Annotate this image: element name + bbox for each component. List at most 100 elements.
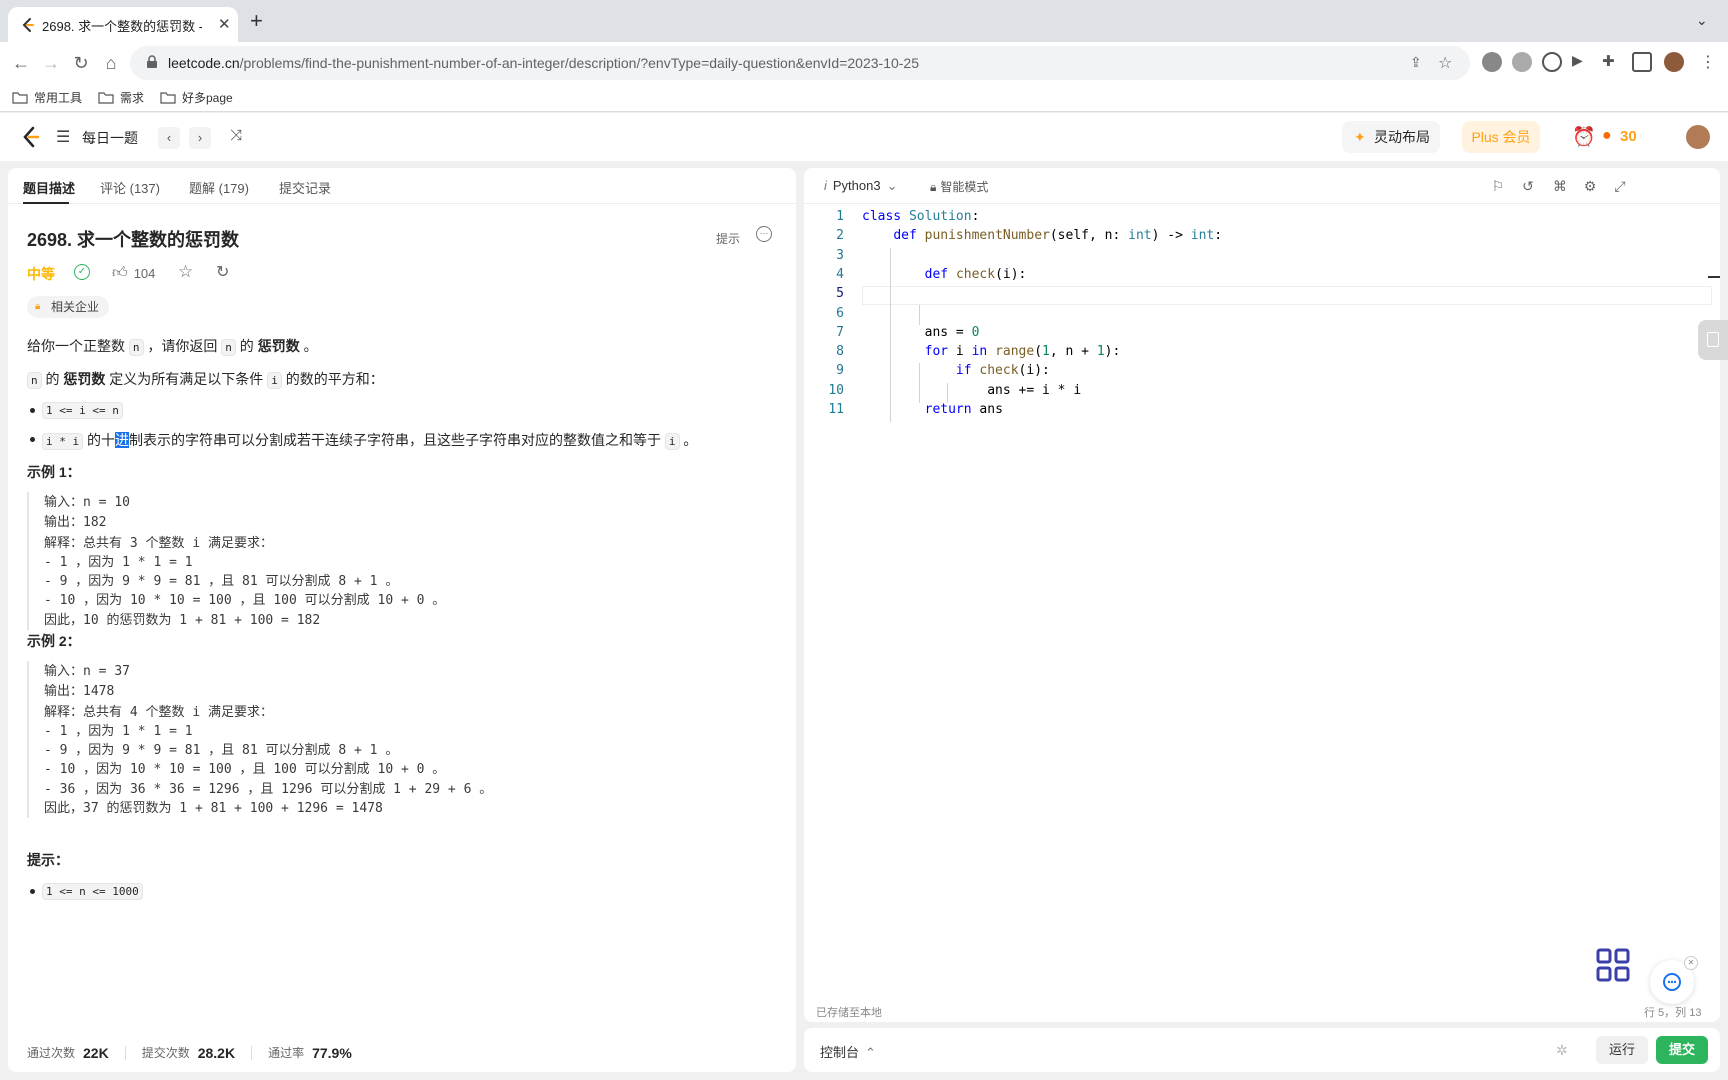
prev-problem-icon[interactable]: ‹ xyxy=(158,127,180,149)
chevron-up-icon: ⌃ xyxy=(865,1045,876,1060)
example-value: - 1 ，因为 1 * 1 = 1 xyxy=(44,723,193,739)
chevron-down-icon: ⌄ xyxy=(886,178,898,193)
example-line: 因此，10 的惩罚数为 1 + 81 + 100 = 182 xyxy=(44,611,445,630)
problem-title[interactable]: 2698. 求一个整数的惩罚数 xyxy=(27,226,239,252)
text: 。 xyxy=(299,338,318,354)
tab-comments[interactable]: 评论 (137) xyxy=(100,178,160,197)
bookmark-folder-needs[interactable]: 需求 xyxy=(98,89,144,106)
inline-code: i xyxy=(267,372,282,389)
extension-play-icon[interactable]: ▶ xyxy=(1572,52,1592,72)
user-avatar[interactable] xyxy=(1686,125,1710,149)
code-line[interactable]: 10 ans += i * i xyxy=(804,381,1720,400)
example-2-title: 示例 2： xyxy=(27,633,81,649)
code-line[interactable]: 6 xyxy=(804,304,1720,323)
close-icon[interactable]: ✕ xyxy=(1684,956,1698,970)
line-number: 11 xyxy=(828,402,844,417)
selected-text: 进 xyxy=(115,432,130,448)
more-options-icon[interactable]: ··· xyxy=(756,226,772,242)
tab-search-chevron-icon[interactable]: ⌄ xyxy=(1696,12,1708,29)
fire-icon: ● xyxy=(1602,127,1612,144)
code-line[interactable]: 7 ans = 0 xyxy=(804,323,1720,342)
plus-membership-button[interactable]: Plus 会员 xyxy=(1462,121,1540,153)
hint-button[interactable]: 提示 xyxy=(716,230,740,247)
console-toggle[interactable]: 控制台 ⌃ xyxy=(820,1042,876,1061)
language-select[interactable]: i Python3 ⌄ xyxy=(824,178,898,194)
code-line[interactable]: 11 return ans xyxy=(804,400,1720,419)
daily-question-label[interactable]: 每日一题 xyxy=(82,128,138,148)
extension-icon-3[interactable] xyxy=(1542,52,1562,72)
bookmark-label: 常用工具 xyxy=(34,91,83,105)
fullscreen-icon[interactable]: ⤢ xyxy=(1612,178,1628,194)
random-problem-icon[interactable]: ⤨ xyxy=(230,127,242,144)
solved-check-icon: ✓ xyxy=(74,264,90,280)
line-number: 3 xyxy=(836,247,844,263)
problem-list-icon[interactable]: ☰ xyxy=(56,127,70,147)
stat-label: 通过率 xyxy=(268,1046,305,1060)
code-line[interactable]: 1 class Solution: xyxy=(804,207,1720,226)
dynamic-layout-button[interactable]: ✦ 灵动布局 xyxy=(1342,121,1440,153)
folder-icon xyxy=(12,91,28,104)
code-line[interactable]: 4 def check(i): xyxy=(804,265,1720,284)
example-line: - 36 ，因为 36 * 36 = 1296 ，且 1296 可以分割成 1 … xyxy=(44,780,492,799)
forward-icon[interactable]: → xyxy=(38,50,64,76)
home-icon[interactable]: ⌂ xyxy=(98,50,124,76)
code-text: if check(i): xyxy=(955,363,1050,379)
apps-grid-icon[interactable] xyxy=(1596,948,1630,982)
text: 的数的平方和： xyxy=(281,371,384,387)
share-icon[interactable]: ↻ xyxy=(216,262,229,282)
bookmark-star-icon[interactable]: ☆ xyxy=(1438,53,1458,73)
line-number: 10 xyxy=(828,382,844,398)
tab-close-icon[interactable]: ✕ xyxy=(218,15,231,33)
new-tab-icon[interactable]: + xyxy=(250,10,263,32)
scrollbar-marker xyxy=(1708,276,1720,278)
constraints-title: 提示： xyxy=(27,852,69,868)
streak-count[interactable]: 30 xyxy=(1620,128,1637,145)
example-value: 总共有 3 个整数 i 满足要求： xyxy=(83,535,273,551)
smart-mode-toggle[interactable]: 🔒︎ 智能模式 xyxy=(930,178,988,195)
browser-menu-icon[interactable]: ⋮ xyxy=(1698,52,1718,72)
alarm-clock-icon[interactable]: ⏰ xyxy=(1572,125,1596,149)
share-icon[interactable]: ⇪ xyxy=(1410,54,1430,74)
side-notes-tab[interactable] xyxy=(1698,320,1728,360)
line-number: 7 xyxy=(836,324,844,340)
related-companies-tag[interactable]: 🔒︎ 相关企业 xyxy=(27,296,110,318)
reload-icon[interactable]: ↻ xyxy=(68,50,94,76)
address-bar[interactable]: leetcode.cn/problems/find-the-punishment… xyxy=(130,46,1470,80)
like-button[interactable]: 👍︎ 104 xyxy=(112,264,155,282)
editor-toolbar: i Python3 ⌄ 🔒︎ 智能模式 ⚐ ↺ ⌘ ⚙ ⤢ xyxy=(804,168,1720,204)
run-button[interactable]: 运行 xyxy=(1596,1036,1648,1064)
submit-button[interactable]: 提交 xyxy=(1656,1036,1708,1064)
tab-description[interactable]: 题目描述 xyxy=(23,178,75,197)
extensions-puzzle-icon[interactable]: ✚ xyxy=(1602,52,1622,72)
text: 。 xyxy=(679,432,698,448)
debug-bug-icon[interactable]: ✲ xyxy=(1556,1042,1568,1059)
extension-icon-2[interactable] xyxy=(1512,52,1532,72)
side-panel-icon[interactable] xyxy=(1632,52,1652,72)
code-line[interactable]: 9 if check(i): xyxy=(804,361,1720,380)
example-value: - 1 ，因为 1 * 1 = 1 xyxy=(44,554,193,570)
shortcuts-icon[interactable]: ⌘ xyxy=(1552,178,1568,194)
leetcode-logo-icon[interactable] xyxy=(20,125,42,149)
bookmark-folder-tools[interactable]: 常用工具 xyxy=(12,89,82,106)
bookmarks-bar: 常用工具 需求 好多page xyxy=(0,84,1728,112)
browser-tab[interactable]: 2698. 求一个整数的惩罚数 - 力 ✕ xyxy=(8,7,238,42)
code-line[interactable]: 2 def punishmentNumber(self, n: int) -> … xyxy=(804,226,1720,245)
code-line[interactable]: 3 xyxy=(804,246,1720,265)
tab-solutions[interactable]: 题解 (179) xyxy=(189,178,249,197)
back-icon[interactable]: ← xyxy=(8,50,34,76)
bullet-dot xyxy=(30,437,35,442)
bookmark-icon[interactable]: ⚐ xyxy=(1490,178,1506,194)
extension-icon-1[interactable] xyxy=(1482,52,1502,72)
tab-submissions[interactable]: 提交记录 xyxy=(279,178,331,197)
next-problem-icon[interactable]: › xyxy=(189,127,211,149)
chat-assistant-button[interactable]: ✕ xyxy=(1650,956,1698,1004)
code-line[interactable]: 8 for i in range(1, n + 1): xyxy=(804,342,1720,361)
code-text: for i in range(1, n + 1): xyxy=(924,344,1121,360)
settings-gear-icon[interactable]: ⚙ xyxy=(1582,178,1598,194)
favorite-star-icon[interactable]: ☆ xyxy=(178,262,193,282)
code-line[interactable]: 5 xyxy=(804,284,1720,303)
bookmark-folder-pages[interactable]: 好多page xyxy=(160,89,233,106)
profile-avatar-icon[interactable] xyxy=(1664,52,1684,72)
reset-code-icon[interactable]: ↺ xyxy=(1520,178,1536,194)
